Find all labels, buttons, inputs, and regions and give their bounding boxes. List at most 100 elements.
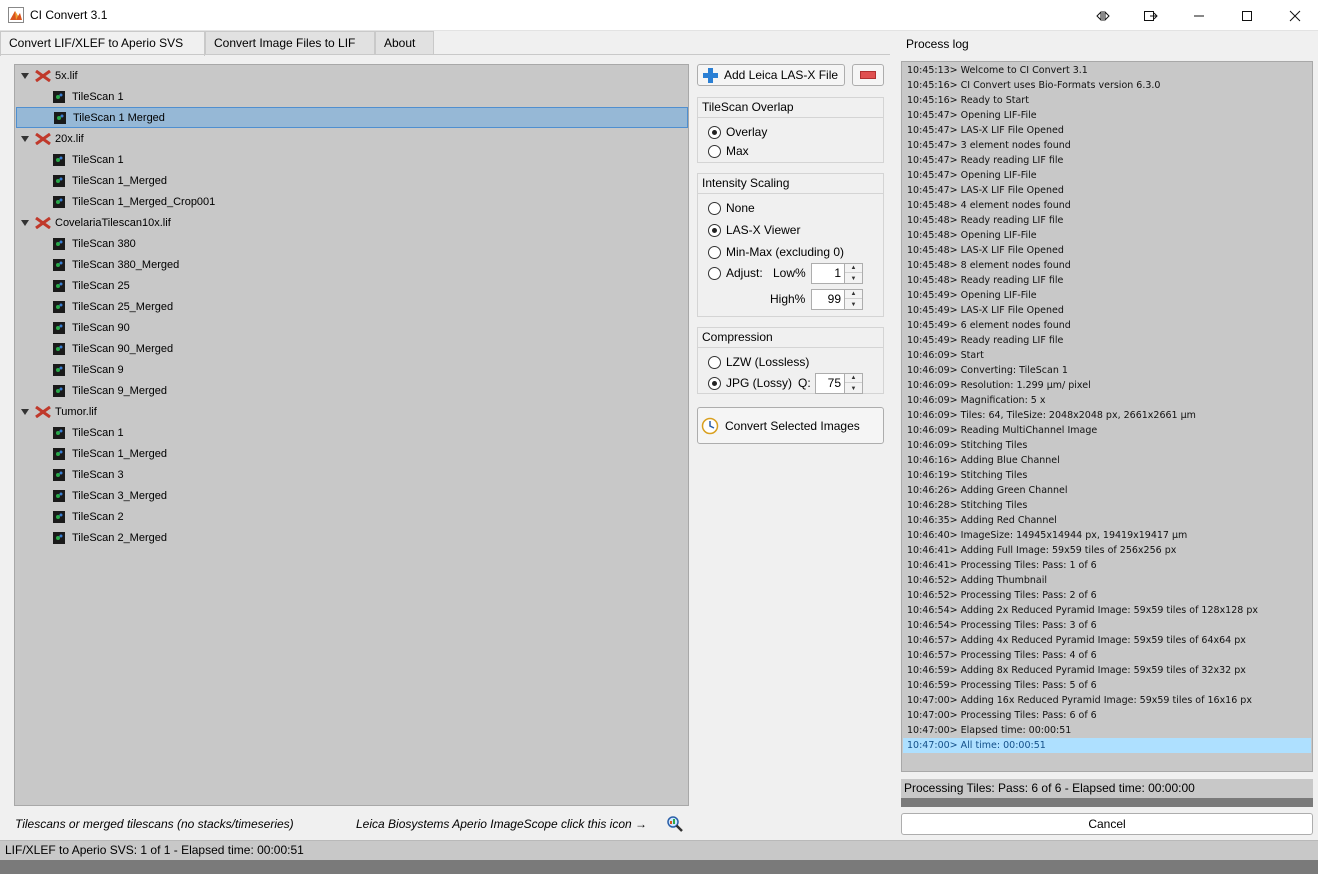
tree-scan-item[interactable]: TileScan 380_Merged xyxy=(16,254,688,275)
log-line[interactable]: 10:45:48> Ready reading LIF file xyxy=(903,273,1311,288)
log-line[interactable]: 10:46:41> Processing Tiles: Pass: 1 of 6 xyxy=(903,558,1311,573)
tab-convert-lif-to-svs[interactable]: Convert LIF/XLEF to Aperio SVS xyxy=(0,31,205,56)
log-line[interactable]: 10:45:13> Welcome to CI Convert 3.1 xyxy=(903,63,1311,78)
log-line[interactable]: 10:46:54> Adding 2x Reduced Pyramid Imag… xyxy=(903,603,1311,618)
spin-up-icon[interactable]: ▲ xyxy=(845,290,862,299)
log-line[interactable]: 10:46:52> Processing Tiles: Pass: 2 of 6 xyxy=(903,588,1311,603)
tree-file-node[interactable]: Tumor.lif xyxy=(16,401,688,422)
log-line[interactable]: 10:46:26> Adding Green Channel xyxy=(903,483,1311,498)
log-line[interactable]: 10:46:59> Adding 8x Reduced Pyramid Imag… xyxy=(903,663,1311,678)
log-line[interactable]: 10:46:59> Processing Tiles: Pass: 5 of 6 xyxy=(903,678,1311,693)
tree-scan-item[interactable]: TileScan 1 xyxy=(16,149,688,170)
tree-scan-item[interactable]: TileScan 3 xyxy=(16,464,688,485)
tree-scan-item[interactable]: TileScan 1 xyxy=(16,86,688,107)
scaling-option-adjust[interactable]: Adjust: xyxy=(708,266,763,280)
add-leica-file-button[interactable]: Add Leica LAS-X File xyxy=(697,64,845,86)
log-line[interactable]: 10:46:09> Stitching Tiles xyxy=(903,438,1311,453)
log-line[interactable]: 10:46:09> Start xyxy=(903,348,1311,363)
log-line[interactable]: 10:45:48> 4 element nodes found xyxy=(903,198,1311,213)
tree-scan-item[interactable]: TileScan 25 xyxy=(16,275,688,296)
log-line[interactable]: 10:46:09> Converting: TileScan 1 xyxy=(903,363,1311,378)
radio-lasx-viewer[interactable] xyxy=(708,223,721,237)
scaling-option-min-max[interactable]: Min-Max (excluding 0) xyxy=(708,245,844,259)
tree-scan-item[interactable]: TileScan 9_Merged xyxy=(16,380,688,401)
radio-overlay[interactable] xyxy=(708,125,721,139)
compression-option-lzw[interactable]: LZW (Lossless) xyxy=(708,355,809,369)
log-line[interactable]: 10:45:47> 3 element nodes found xyxy=(903,138,1311,153)
log-line[interactable]: 10:45:49> LAS-X LIF File Opened xyxy=(903,303,1311,318)
log-line[interactable]: 10:45:47> Ready reading LIF file xyxy=(903,153,1311,168)
radio-min-max[interactable] xyxy=(708,245,721,259)
tree-scan-item[interactable]: TileScan 3_Merged xyxy=(16,485,688,506)
log-line[interactable]: 10:46:09> Magnification: 5 x xyxy=(903,393,1311,408)
lif-file-tree[interactable]: 5x.lif TileScan 1 TileScan 1 Merged 20x.lif… xyxy=(14,64,689,806)
process-log-list[interactable]: 10:45:13> Welcome to CI Convert 3.1 10:45… xyxy=(901,61,1313,772)
log-line[interactable]: 10:45:16> CI Convert uses Bio-Formats ve… xyxy=(903,78,1311,93)
log-line[interactable]: 10:45:48> Opening LIF-File xyxy=(903,228,1311,243)
maximize-icon[interactable] xyxy=(1224,0,1270,31)
spin-down-icon[interactable]: ▼ xyxy=(845,274,862,283)
cancel-button[interactable]: Cancel xyxy=(901,813,1313,835)
radio-lzw[interactable] xyxy=(708,355,721,369)
log-line[interactable]: 10:45:49> 6 element nodes found xyxy=(903,318,1311,333)
tab-about[interactable]: About xyxy=(375,31,434,55)
log-line[interactable]: 10:45:48> LAS-X LIF File Opened xyxy=(903,243,1311,258)
dock-icon[interactable] xyxy=(1080,0,1126,31)
expand-caret-icon[interactable] xyxy=(21,408,29,416)
log-line[interactable]: 10:45:48> 8 element nodes found xyxy=(903,258,1311,273)
log-line[interactable]: 10:47:00> Elapsed time: 00:00:51 xyxy=(903,723,1311,738)
low-percent-value[interactable]: 1 xyxy=(812,264,845,283)
tree-file-node[interactable]: 5x.lif xyxy=(16,65,688,86)
log-line[interactable]: 10:45:49> Opening LIF-File xyxy=(903,288,1311,303)
log-line[interactable]: 10:46:57> Adding 4x Reduced Pyramid Imag… xyxy=(903,633,1311,648)
overlap-option-max[interactable]: Max xyxy=(708,144,749,158)
log-line[interactable]: 10:46:09> Tiles: 64, TileSize: 2048x2048… xyxy=(903,408,1311,423)
overlap-option-overlay[interactable]: Overlay xyxy=(708,125,767,139)
expand-caret-icon[interactable] xyxy=(21,219,29,227)
log-line[interactable]: 10:45:16> Ready to Start xyxy=(903,93,1311,108)
tab-convert-image-files[interactable]: Convert Image Files to LIF xyxy=(205,31,375,55)
tree-scan-item[interactable]: TileScan 2_Merged xyxy=(16,527,688,548)
log-line[interactable]: 10:45:47> LAS-X LIF File Opened xyxy=(903,183,1311,198)
quality-value[interactable]: 75 xyxy=(816,374,845,393)
scaling-option-lasx-viewer[interactable]: LAS-X Viewer xyxy=(708,223,800,237)
radio-none[interactable] xyxy=(708,201,721,215)
log-line[interactable]: 10:46:57> Processing Tiles: Pass: 4 of 6 xyxy=(903,648,1311,663)
log-line[interactable]: 10:47:00> All time: 00:00:51 xyxy=(903,738,1311,753)
log-line[interactable]: 10:46:35> Adding Red Channel xyxy=(903,513,1311,528)
scaling-option-none[interactable]: None xyxy=(708,201,755,215)
spin-up-icon[interactable]: ▲ xyxy=(845,374,862,383)
tree-scan-item[interactable]: TileScan 25_Merged xyxy=(16,296,688,317)
tree-scan-item[interactable]: TileScan 380 xyxy=(16,233,688,254)
log-line[interactable]: 10:47:00> Adding 16x Reduced Pyramid Ima… xyxy=(903,693,1311,708)
log-line[interactable]: 10:45:49> Ready reading LIF file xyxy=(903,333,1311,348)
expand-caret-icon[interactable] xyxy=(21,72,29,80)
tree-scan-item[interactable]: TileScan 1 Merged xyxy=(16,107,688,128)
log-line[interactable]: 10:46:54> Processing Tiles: Pass: 3 of 6 xyxy=(903,618,1311,633)
tree-scan-item[interactable]: TileScan 1 xyxy=(16,422,688,443)
tree-scan-item[interactable]: TileScan 9 xyxy=(16,359,688,380)
radio-jpg[interactable] xyxy=(708,376,721,390)
tree-scan-item[interactable]: TileScan 90_Merged xyxy=(16,338,688,359)
tree-scan-item[interactable]: TileScan 1_Merged_Crop001 xyxy=(16,191,688,212)
tree-file-node[interactable]: CovelariaTilescan10x.lif xyxy=(16,212,688,233)
quality-spinner[interactable]: 75 ▲ ▼ xyxy=(815,373,863,394)
log-line[interactable]: 10:45:47> LAS-X LIF File Opened xyxy=(903,123,1311,138)
spin-up-icon[interactable]: ▲ xyxy=(845,264,862,273)
log-line[interactable]: 10:46:52> Adding Thumbnail xyxy=(903,573,1311,588)
log-line[interactable]: 10:46:40> ImageSize: 14945x14944 px, 194… xyxy=(903,528,1311,543)
undock-icon[interactable] xyxy=(1128,0,1174,31)
spin-down-icon[interactable]: ▼ xyxy=(845,300,862,309)
minimize-icon[interactable] xyxy=(1176,0,1222,31)
log-line[interactable]: 10:47:00> Processing Tiles: Pass: 6 of 6 xyxy=(903,708,1311,723)
radio-adjust[interactable] xyxy=(708,266,721,280)
tree-scan-item[interactable]: TileScan 1_Merged xyxy=(16,170,688,191)
log-line[interactable]: 10:45:47> Opening LIF-File xyxy=(903,168,1311,183)
log-line[interactable]: 10:46:28> Stitching Tiles xyxy=(903,498,1311,513)
log-line[interactable]: 10:45:47> Opening LIF-File xyxy=(903,108,1311,123)
compression-option-jpg[interactable]: JPG (Lossy) xyxy=(708,376,792,390)
log-line[interactable]: 10:46:41> Adding Full Image: 59x59 tiles… xyxy=(903,543,1311,558)
log-line[interactable]: 10:45:48> Ready reading LIF file xyxy=(903,213,1311,228)
expand-caret-icon[interactable] xyxy=(21,135,29,143)
tree-scan-item[interactable]: TileScan 2 xyxy=(16,506,688,527)
